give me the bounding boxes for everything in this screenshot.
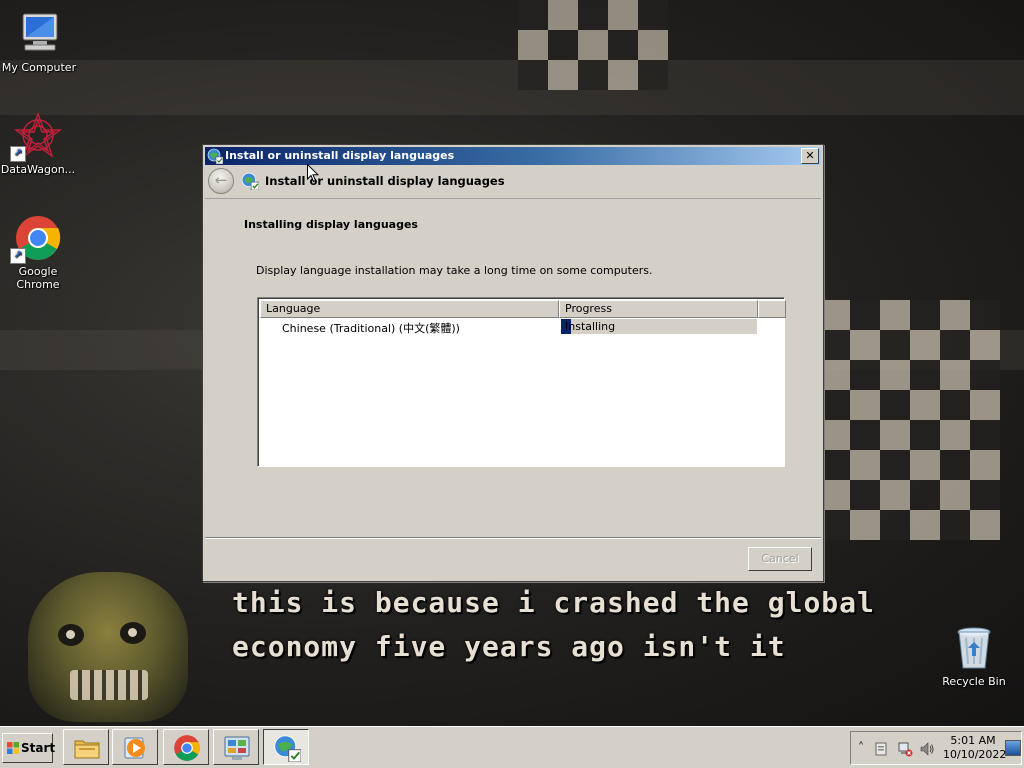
show-desktop-button[interactable]	[1005, 740, 1021, 756]
table-row[interactable]: Chinese (Traditional) (中文(繁體)) Installin…	[260, 318, 782, 335]
language-installer-icon	[273, 734, 302, 763]
control-panel-icon	[223, 734, 251, 762]
page-description: Display language installation may take a…	[256, 264, 653, 277]
wallpaper-checker-top	[518, 0, 668, 90]
desktop-icon-label: Google Chrome	[16, 265, 60, 291]
taskbar-app-file-explorer[interactable]	[63, 729, 109, 765]
desktop-icon-my-computer[interactable]: My Computer	[0, 10, 79, 74]
wallpaper-face-eye	[120, 622, 146, 644]
taskbar-app-media-player[interactable]	[112, 729, 158, 765]
shortcut-arrow-icon: ↗	[10, 146, 26, 162]
footer-separator	[205, 537, 821, 539]
start-label: Start	[21, 741, 56, 755]
progress-status: Installing	[565, 320, 616, 333]
progress-bar: Installing	[561, 319, 757, 334]
dialog-titlebar[interactable]: Install or uninstall display languages ✕	[205, 147, 821, 165]
install-languages-dialog: Install or uninstall display languages ✕…	[202, 144, 824, 582]
wallpaper-checker-right	[820, 300, 1000, 540]
close-icon: ✕	[805, 149, 815, 162]
show-hidden-icons-chevron-icon[interactable]: ˄	[853, 741, 869, 757]
page-heading: Installing display languages	[244, 218, 418, 231]
language-globe-icon	[207, 148, 224, 165]
list-header: Language Progress	[260, 300, 786, 318]
languages-list[interactable]: Language Progress Chinese (Traditional) …	[257, 297, 786, 467]
dialog-title: Install or uninstall display languages	[225, 149, 455, 162]
shortcut-arrow-icon: ↗	[10, 248, 26, 264]
desktop-icon-recycle-bin[interactable]: Recycle Bin	[934, 624, 1014, 688]
clock-date: 10/10/2022	[943, 748, 1007, 761]
wallpaper-caption-line2: economy five years ago isn't it	[232, 630, 786, 663]
recycle-bin-icon	[950, 624, 998, 672]
language-name: Chinese (Traditional) (中文(繁體))	[282, 322, 460, 335]
cancel-button[interactable]: Cancel	[748, 547, 812, 571]
system-tray: ˄ 5:01 AM 10/10/2022	[850, 731, 1022, 765]
taskbar-app-control-panel[interactable]	[213, 729, 259, 765]
datawagon-icon: ↗	[10, 112, 63, 162]
column-header-filler	[758, 300, 786, 318]
wallpaper-band	[0, 60, 1024, 115]
back-button[interactable]: ←	[208, 168, 234, 194]
taskbar-app-google-chrome[interactable]	[163, 729, 209, 765]
taskbar-clock[interactable]: 5:01 AM 10/10/2022	[943, 734, 1007, 762]
column-header-progress[interactable]: Progress	[559, 300, 758, 318]
desktop-icon-label: My Computer	[1, 61, 77, 74]
column-header-language[interactable]: Language	[260, 300, 559, 318]
back-arrow-icon: ←	[214, 171, 228, 189]
wizard-title: Install or uninstall display languages	[265, 174, 505, 188]
volume-icon[interactable]	[919, 741, 935, 757]
language-globe-icon	[241, 172, 260, 191]
computer-icon	[15, 10, 63, 58]
start-button[interactable]: Start	[2, 733, 56, 763]
taskbar: Start ˄ 5:01 AM 10/10/2022	[0, 726, 1024, 768]
desktop-icon-google-chrome[interactable]: ↗ Google Chrome	[0, 214, 78, 291]
wallpaper-face-eye	[58, 624, 84, 646]
wallpaper-animatronic-face	[28, 572, 188, 722]
media-player-icon	[122, 734, 150, 762]
wallpaper-face-mouth	[70, 670, 148, 700]
wallpaper-caption-line1: this is because i crashed the global	[232, 586, 875, 619]
desktop-icon-label: Recycle Bin	[942, 675, 1006, 688]
taskbar-app-language-installer[interactable]	[263, 729, 309, 765]
windows-logo-icon	[7, 742, 19, 754]
desktop-icon-datawagon[interactable]: ↗ DataWagon...	[0, 112, 78, 176]
wizard-nav-bar: ← Install or uninstall display languages	[205, 166, 821, 199]
desktop-icon-label: DataWagon...	[0, 163, 76, 176]
chrome-icon	[173, 734, 201, 762]
action-center-flag-icon[interactable]	[873, 741, 889, 757]
clock-time: 5:01 AM	[950, 734, 996, 747]
network-disconnected-icon[interactable]	[897, 741, 913, 757]
dialog-content: Installing display languages Display lan…	[205, 199, 821, 537]
close-button[interactable]: ✕	[801, 148, 819, 164]
folder-icon	[73, 734, 101, 762]
chrome-icon: ↗	[10, 214, 62, 264]
